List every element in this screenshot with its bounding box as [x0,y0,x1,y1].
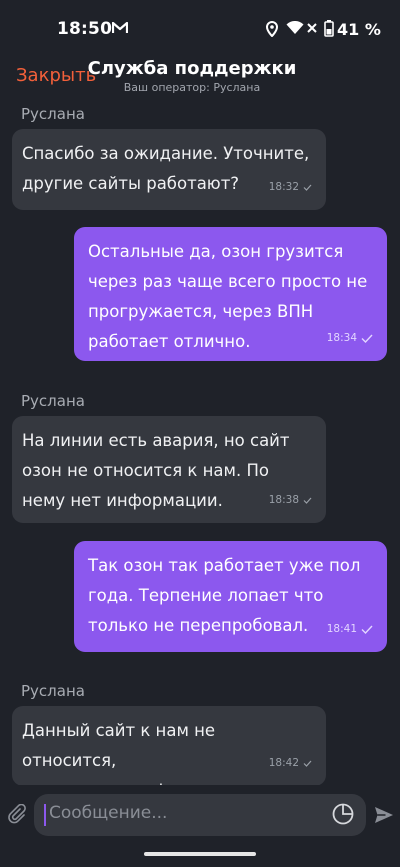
chat-title: Служба поддержки [87,58,297,79]
home-indicator[interactable] [144,852,256,856]
message-time: 18:34 [326,332,357,344]
message-meta: 18:38 [269,485,312,515]
operator-subtitle: Ваш оператор: Руслана [123,81,261,94]
message-line: через раз чаще всего просто не [88,272,368,291]
message-meta: 18:41 [327,614,373,644]
location-icon [266,21,278,37]
sender-name: Руслана [21,682,85,700]
message-line: Спасибо за ожидание. Уточните, [22,144,310,163]
message-line: года. Терпение лопает что [88,586,324,605]
wifi-icon [286,21,304,34]
message-meta: 18:42 [269,748,312,778]
message-list[interactable]: Руслана Спасибо за ожидание. Уточните, д… [0,100,400,800]
check-icon [303,184,312,191]
chat-header: Закрыть Служба поддержки Ваш оператор: Р… [0,58,400,100]
message-time: 18:41 [326,623,357,635]
message-line: Остальные да, озон грузится [88,242,344,261]
message-line: На линии есть авария, но сайт [22,431,290,450]
message-line: Так озон так работает уже пол [88,556,361,575]
message-time: 18:32 [268,181,299,193]
message-bubble-outgoing[interactable]: Так озон так работает уже пол года. Терп… [74,541,387,652]
status-time: 18:50 [57,19,113,39]
message-bubble-outgoing[interactable]: Остальные да, озон грузится через раз ча… [74,227,387,361]
text-caret [44,804,46,826]
status-bar: 18:50 41 % [0,0,400,58]
battery-level: 41 % [337,20,381,39]
check-icon [361,625,373,634]
message-line: озон не относится к нам. По [22,461,269,480]
message-meta: 18:34 [327,323,373,353]
message-meta: 18:32 [269,172,312,202]
message-bubble-incoming[interactable]: На линии есть авария, но сайт озон не от… [12,416,326,523]
send-icon[interactable] [374,805,394,825]
gmail-icon [112,22,128,33]
check-icon [361,334,373,343]
message-time: 18:42 [268,757,299,769]
paperclip-icon[interactable] [7,804,27,824]
sticker-icon[interactable] [331,802,355,826]
no-signal-icon [307,23,317,33]
check-icon [303,760,312,767]
message-bubble-incoming[interactable]: Данный сайт к нам не относится, по нему … [12,706,326,800]
sender-name: Руслана [21,105,85,123]
message-time: 18:38 [268,494,299,506]
sender-name: Руслана [21,392,85,410]
message-bubble-incoming[interactable]: Спасибо за ожидание. Уточните, другие са… [12,129,326,210]
check-icon [303,497,312,504]
message-composer: Сообщение... [0,785,400,845]
battery-icon [324,20,334,37]
message-input-placeholder: Сообщение... [49,803,168,823]
